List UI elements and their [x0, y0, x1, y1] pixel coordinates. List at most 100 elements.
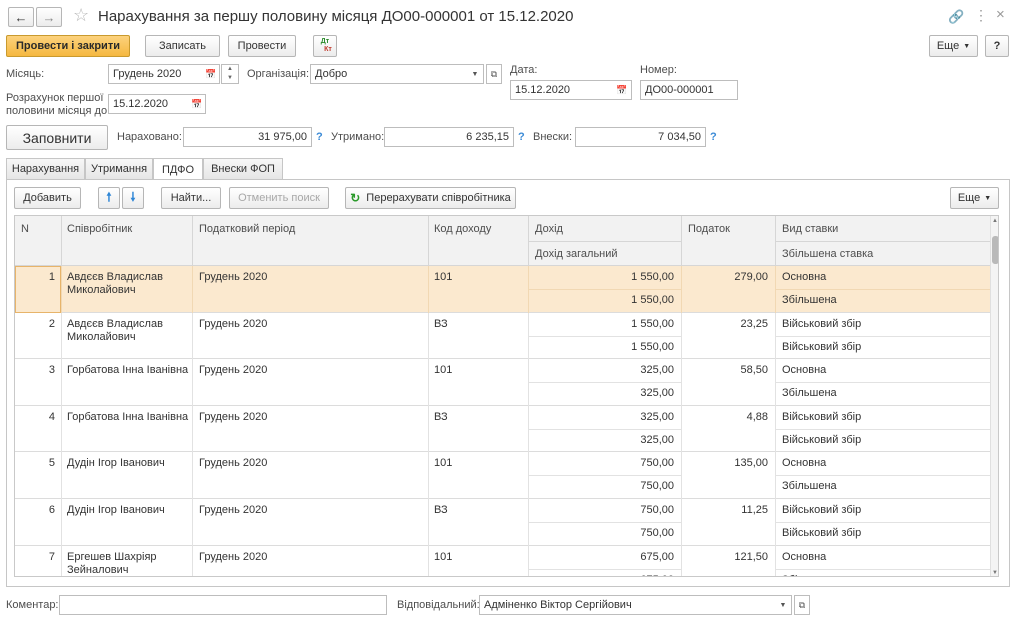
withheld-help-icon[interactable]: ?	[518, 131, 525, 143]
calendar-icon[interactable]: 📅	[615, 81, 629, 99]
scroll-down-icon[interactable]: ▼	[992, 570, 998, 576]
help-button[interactable]: ?	[985, 35, 1009, 57]
accrued-help-icon[interactable]: ?	[316, 131, 323, 143]
tax-period: Грудень 2020	[199, 504, 268, 516]
dropdown-arrow-icon[interactable]: ▼	[468, 65, 482, 83]
header-rate-increased[interactable]: Збільшена ставка	[782, 248, 873, 260]
rate-type: Військовий збір	[782, 317, 862, 330]
table-row[interactable]: 5 Дудін Ігор Іванович Грудень 2020 101 750,0…	[15, 452, 990, 499]
employee-name-line1: Авдєєв Владислав	[67, 271, 163, 283]
col-divider	[61, 266, 62, 313]
tab-fop-contributions[interactable]: Внески ФОП	[203, 158, 283, 179]
rate-type: Основна	[782, 457, 827, 470]
row-number: 1	[48, 271, 55, 283]
employee-name-line2: Миколайович	[67, 284, 136, 296]
sub-row-divider	[775, 289, 990, 290]
move-down-button[interactable]: 🠗	[122, 187, 144, 209]
header-n[interactable]: N	[21, 223, 29, 235]
sub-row-divider	[775, 428, 990, 430]
header-tax[interactable]: Податок	[688, 223, 730, 235]
table-row[interactable]: 4 Горбатова Інна Іванівна Грудень 2020 ВЗ 32…	[15, 405, 990, 453]
table-row[interactable]: 2 Авдєєв Владислав Миколайович Грудень 2020…	[15, 312, 990, 360]
more-dots-icon[interactable]: ⋮	[974, 7, 988, 24]
accrued-value: 31 975,00	[183, 127, 312, 147]
organization-field[interactable]: Добро	[310, 64, 484, 84]
table-row[interactable]: 6 Дудін Ігор Іванович Грудень 2020 ВЗ 750,00…	[15, 499, 990, 546]
col-divider	[681, 312, 682, 360]
tab-accruals[interactable]: Нарахування	[6, 158, 85, 179]
income-total: 325,00	[640, 433, 674, 446]
dt-kt-button[interactable]: Дт Кт	[313, 35, 337, 57]
sub-row-divider	[775, 335, 990, 337]
month-label: Місяць:	[6, 68, 45, 80]
tax-period: Грудень 2020	[199, 550, 268, 563]
tab-deductions[interactable]: Утримання	[85, 158, 153, 179]
table-row[interactable]: 3 Горбатова Інна Іванівна Грудень 2020 101 3…	[15, 359, 990, 406]
tax: 279,00	[734, 271, 768, 283]
vertical-scrollbar[interactable]: ▲ ▼	[990, 216, 998, 576]
calendar-icon[interactable]: 📅	[204, 65, 218, 83]
link-icon[interactable]: 🔗	[948, 9, 964, 25]
header-income-code[interactable]: Код доходу	[434, 223, 491, 235]
scroll-up-icon[interactable]: ▲	[992, 218, 998, 224]
col-divider	[61, 452, 62, 499]
table-row[interactable]: 1 Авдєєв Владислав Миколайович Грудень 2020…	[15, 266, 990, 313]
rate-type: Військовий збір	[782, 504, 862, 516]
tax: 11,25	[741, 504, 768, 516]
scrollbar-thumb[interactable]	[992, 236, 998, 264]
forward-button[interactable]: →	[36, 7, 62, 27]
table-more-button[interactable]: Еще ▼	[950, 187, 999, 209]
open-responsible-button[interactable]: ⧉	[794, 595, 810, 615]
number-field[interactable]: ДО00-000001	[640, 80, 738, 100]
save-button[interactable]: Записать	[145, 35, 220, 57]
fill-button[interactable]: Заповнити	[6, 125, 108, 150]
sub-row-divider	[528, 522, 681, 523]
calendar-icon[interactable]: 📅	[190, 95, 204, 113]
stepper-down-icon[interactable]: ▼	[222, 74, 238, 83]
arrow-up-icon: 🠕	[106, 189, 112, 204]
income: 325,00	[640, 410, 674, 423]
col-divider	[681, 545, 682, 576]
dt-kt-icon-top: Дт	[320, 38, 330, 45]
row-number: 7	[48, 550, 55, 563]
responsible-field[interactable]: Адміненко Віктор Сергійович	[479, 595, 792, 615]
table-row[interactable]: 7 Ергешев Шахріяр Зейналович Грудень 2020 10…	[15, 545, 990, 576]
post-button[interactable]: Провести	[228, 35, 296, 57]
header-tax-period[interactable]: Податковий період	[199, 223, 295, 235]
close-icon[interactable]: ×	[996, 6, 1005, 23]
stepper-up-icon[interactable]: ▲	[222, 65, 238, 74]
header-income-total[interactable]: Дохід загальний	[535, 248, 618, 260]
header-employee[interactable]: Співробітник	[67, 223, 132, 235]
back-button[interactable]: ←	[8, 7, 34, 27]
open-organization-button[interactable]: ⧉	[486, 64, 502, 84]
contributions-value: 7 034,50	[575, 127, 706, 147]
tab-pdfo[interactable]: ПДФО	[153, 158, 203, 180]
sub-row-divider	[528, 568, 681, 570]
more-button[interactable]: Еще ▼	[929, 35, 978, 57]
recalculate-employee-button[interactable]: ↻ Перерахувати співробітника	[345, 187, 516, 209]
add-button[interactable]: Добавить	[14, 187, 81, 209]
dropdown-arrow-icon[interactable]: ▼	[776, 596, 790, 614]
sub-row-divider	[528, 428, 681, 430]
tax: 121,50	[734, 550, 768, 563]
tax: 4,88	[746, 410, 768, 423]
date-field[interactable]: 15.12.2020	[510, 80, 632, 100]
sub-row-divider	[528, 382, 681, 384]
favorite-star-icon[interactable]: ☆	[73, 5, 89, 26]
cancel-search-button[interactable]: Отменить поиск	[229, 187, 329, 209]
month-stepper[interactable]: ▲ ▼	[221, 64, 239, 84]
post-and-close-button[interactable]: Провести і закрити	[6, 35, 130, 57]
col-divider	[61, 312, 62, 360]
table-body: 1 Авдєєв Владислав Миколайович Грудень 2020…	[15, 266, 990, 576]
income-total: 1 550,00	[631, 340, 674, 353]
move-up-button[interactable]: 🠕	[98, 187, 120, 209]
responsible-label: Відповідальний:	[397, 599, 480, 611]
comment-input[interactable]	[59, 595, 387, 615]
contributions-help-icon[interactable]: ?	[710, 131, 717, 143]
header-income[interactable]: Дохід	[535, 223, 563, 235]
find-button[interactable]: Найти...	[161, 187, 221, 209]
calc-until-label-line1: Розрахунок першої	[6, 92, 104, 104]
window-title: Нарахування за першу половину місяця ДО0…	[98, 8, 574, 25]
header-rate-type[interactable]: Вид ставки	[782, 223, 838, 235]
tax: 58,50	[740, 364, 768, 377]
